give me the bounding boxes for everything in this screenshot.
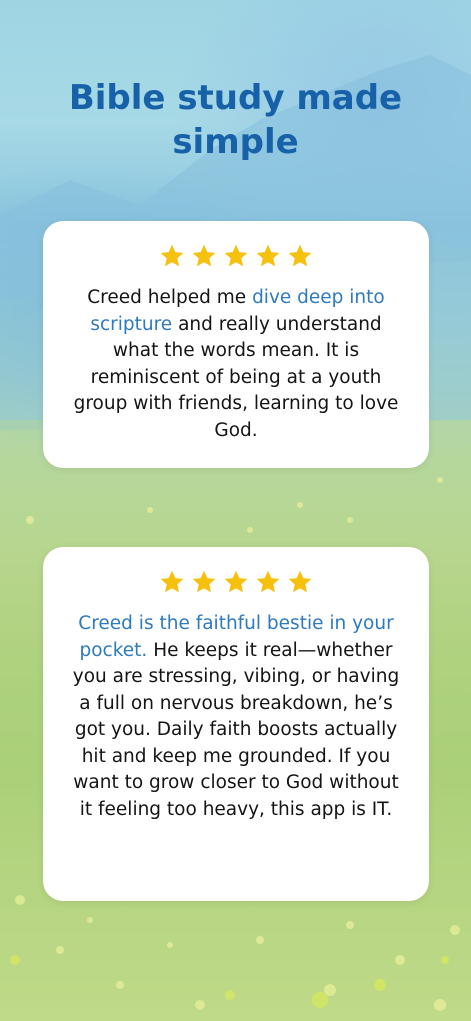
review-text-pre: Creed helped me bbox=[87, 287, 253, 308]
review-text: Creed helped me dive deep into scripture… bbox=[67, 285, 405, 444]
star-icon bbox=[192, 570, 216, 593]
star-icon bbox=[256, 244, 280, 267]
star-rating bbox=[67, 243, 405, 271]
star-icon bbox=[224, 244, 248, 267]
star-rating bbox=[67, 569, 405, 597]
star-icon bbox=[224, 570, 248, 593]
star-icon bbox=[288, 244, 312, 267]
star-icon bbox=[288, 570, 312, 593]
star-icon bbox=[192, 244, 216, 267]
star-icon bbox=[256, 570, 280, 593]
page-title: Bible study made simple bbox=[68, 78, 403, 162]
review-text: Creed is the faithful bestie in your poc… bbox=[67, 611, 405, 823]
star-icon bbox=[160, 570, 184, 593]
star-icon bbox=[160, 244, 184, 267]
review-card: Creed helped me dive deep into scripture… bbox=[43, 221, 429, 468]
review-text-post: He keeps it real—whether you are stressi… bbox=[72, 639, 400, 820]
review-card: Creed is the faithful bestie in your poc… bbox=[43, 547, 429, 901]
